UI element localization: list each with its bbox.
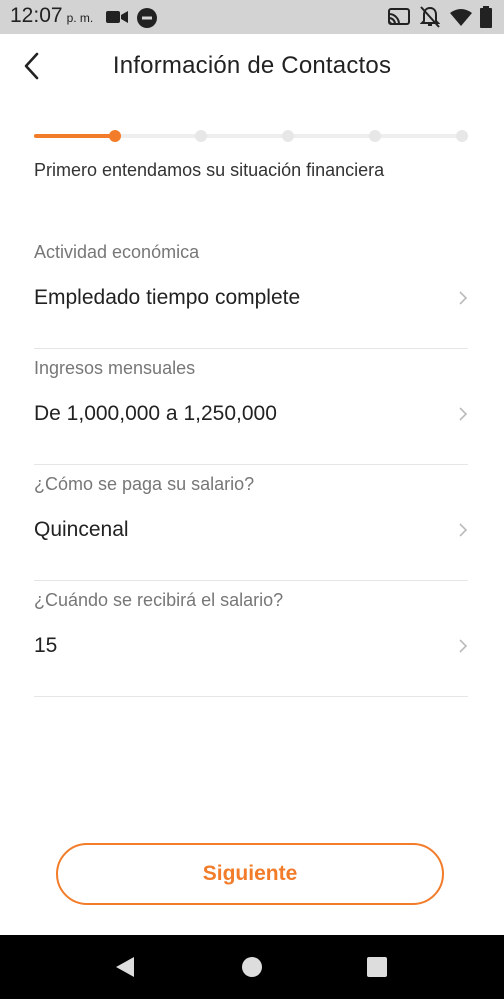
section-subtitle: Primero entendamos su situación financie… bbox=[34, 160, 385, 180]
chevron-right-icon bbox=[459, 291, 468, 305]
field-value: De 1,000,000 a 1,250,000 bbox=[34, 402, 277, 425]
recents-square-icon[interactable] bbox=[366, 956, 388, 978]
status-time: 12:07 p. m. bbox=[10, 4, 93, 28]
bell-off-icon bbox=[420, 6, 440, 28]
system-nav-bar bbox=[0, 935, 504, 999]
field-actividad-economica[interactable]: Actividad económica Empledado tiempo com… bbox=[34, 232, 468, 349]
progress-stepper bbox=[34, 126, 468, 146]
home-circle-icon[interactable] bbox=[241, 956, 263, 978]
field-ingresos-mensuales[interactable]: Ingresos mensuales De 1,000,000 a 1,250,… bbox=[34, 348, 468, 465]
status-bar: 12:07 p. m. bbox=[0, 0, 504, 34]
field-pago-salario[interactable]: ¿Cómo se paga su salario? Quincenal bbox=[34, 464, 468, 581]
step-dot bbox=[282, 130, 294, 142]
wifi-icon bbox=[450, 9, 472, 26]
chevron-right-icon bbox=[459, 407, 468, 421]
video-camera-icon bbox=[106, 11, 128, 23]
minus-circle-icon bbox=[137, 8, 157, 28]
field-label: ¿Cómo se paga su salario? bbox=[34, 474, 255, 494]
field-value: 15 bbox=[34, 634, 58, 657]
next-button[interactable]: Siguiente bbox=[56, 843, 444, 905]
chevron-right-icon bbox=[459, 523, 468, 537]
battery-icon bbox=[480, 6, 492, 28]
field-label: ¿Cuándo se recibirá el salario? bbox=[34, 590, 284, 610]
progress-fill bbox=[34, 134, 114, 138]
field-value: Empledado tiempo complete bbox=[34, 286, 301, 309]
step-dot bbox=[456, 130, 468, 142]
field-fecha-salario[interactable]: ¿Cuándo se recibirá el salario? 15 bbox=[34, 580, 468, 697]
field-label: Ingresos mensuales bbox=[34, 358, 196, 378]
step-dot bbox=[195, 130, 207, 142]
status-time-ampm: p. m. bbox=[66, 11, 94, 25]
status-time-value: 12:07 bbox=[10, 4, 63, 27]
chevron-right-icon bbox=[459, 639, 468, 653]
field-value: Quincenal bbox=[34, 518, 129, 541]
field-label: Actividad económica bbox=[34, 242, 200, 262]
page-title: Información de Contactos bbox=[112, 52, 392, 79]
step-dot-active bbox=[109, 130, 121, 142]
step-dot bbox=[369, 130, 381, 142]
cast-icon bbox=[388, 8, 410, 25]
app-header: Información de Contactos bbox=[0, 34, 504, 98]
back-triangle-icon[interactable] bbox=[114, 956, 136, 978]
